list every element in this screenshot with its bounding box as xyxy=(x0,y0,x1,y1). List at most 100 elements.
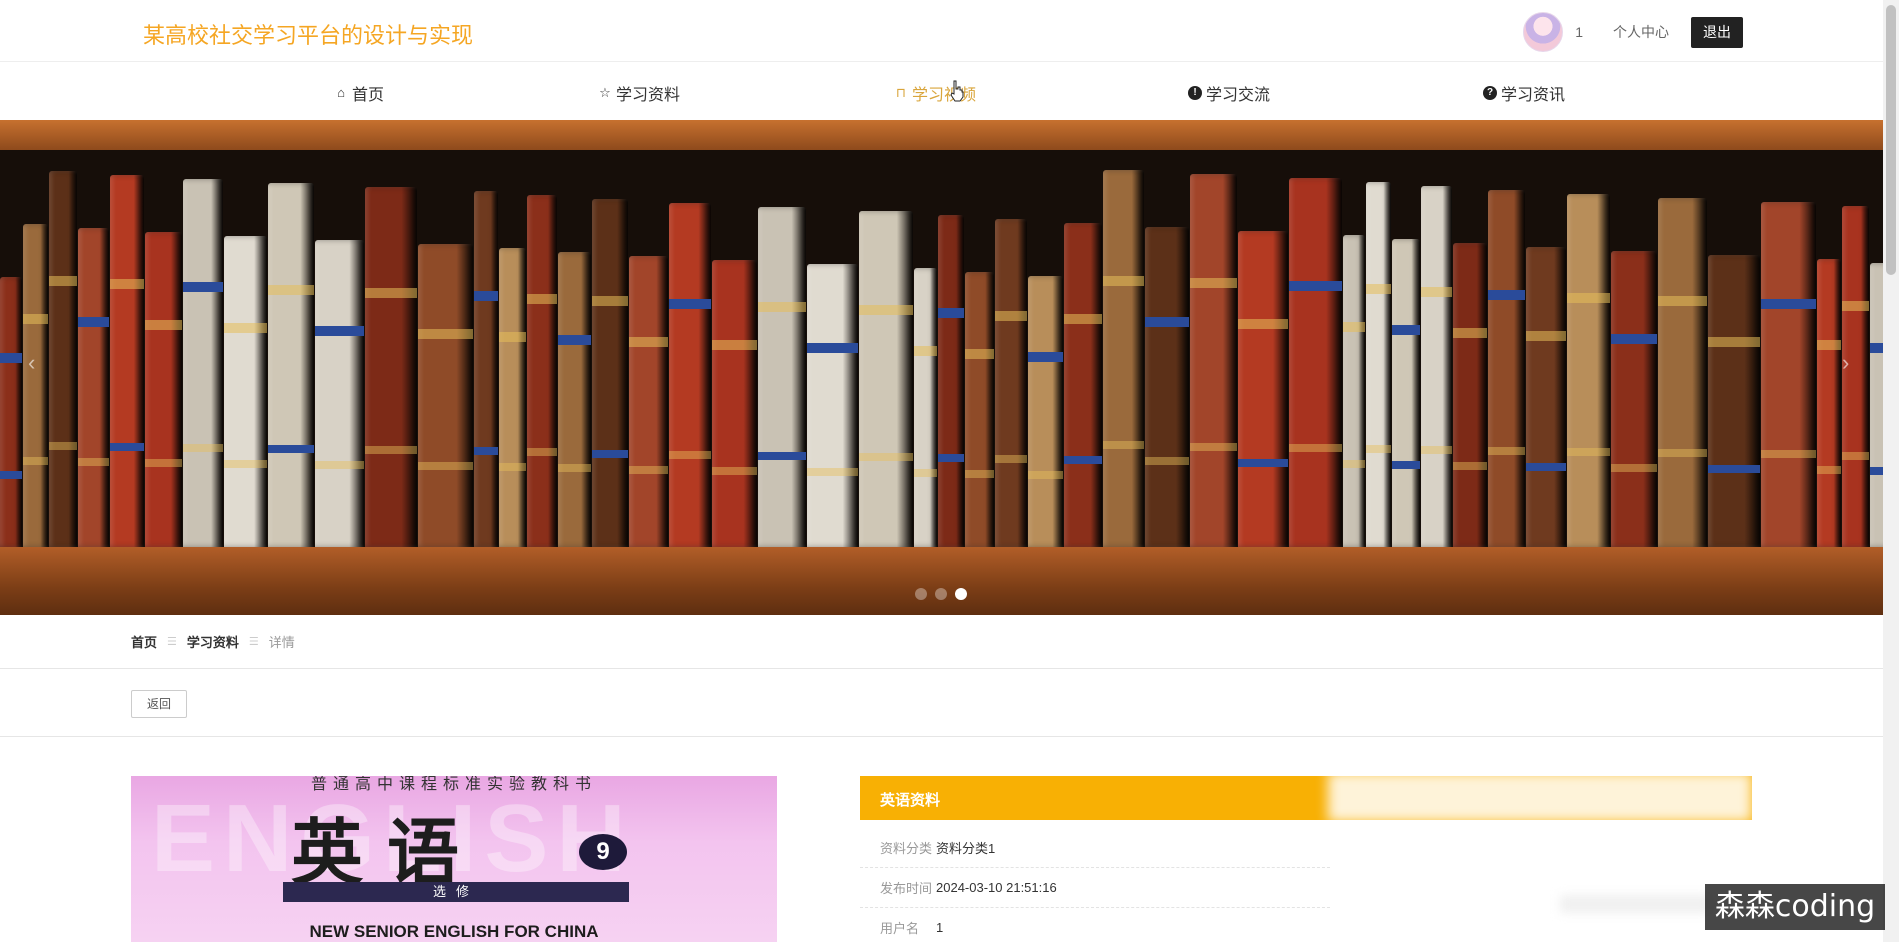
book-spine xyxy=(558,252,591,547)
book-band xyxy=(268,284,314,295)
book-spine xyxy=(1567,194,1610,547)
book-band xyxy=(1708,465,1760,474)
book-band xyxy=(669,299,711,310)
book-spine xyxy=(1817,259,1841,547)
book-band xyxy=(938,307,964,318)
site-title[interactable]: 某高校社交学习平台的设计与实现 xyxy=(143,18,473,50)
bookshelf-image xyxy=(0,150,1883,547)
star-icon: ☆ xyxy=(599,85,611,100)
cover-volume-badge: 9 xyxy=(579,834,627,870)
book-spine xyxy=(23,224,48,547)
blurred-region xyxy=(1560,895,1710,913)
nav-item-study-exchange[interactable]: ! 学习交流 xyxy=(1188,81,1270,105)
book-spine xyxy=(1421,186,1452,547)
book-band xyxy=(110,279,144,290)
exclamation-circle-icon: ! xyxy=(1188,86,1202,100)
book-spine xyxy=(49,171,77,547)
breadcrumb-separator-icon: ☰ xyxy=(248,636,259,648)
detail-row-category: 资料分类 资料分类1 xyxy=(860,828,1330,868)
book-band xyxy=(859,452,913,461)
book-spine xyxy=(1453,243,1487,547)
book-spine xyxy=(859,211,913,547)
logout-button[interactable]: 退出 xyxy=(1691,16,1743,48)
breadcrumb-section[interactable]: 学习资料 xyxy=(187,632,239,651)
book-band xyxy=(1658,449,1707,458)
bag-icon: ⊓ xyxy=(895,85,907,100)
book-spine xyxy=(145,232,182,547)
carousel-next-arrow-icon[interactable]: › xyxy=(1842,350,1849,376)
book-band xyxy=(758,302,806,313)
book-band xyxy=(1453,328,1487,339)
book-band xyxy=(1611,333,1657,344)
book-band xyxy=(938,454,964,463)
book-spine xyxy=(1708,255,1760,547)
home-icon: ⌂ xyxy=(337,85,345,100)
book-band xyxy=(1392,460,1420,469)
book-band xyxy=(1658,295,1707,306)
book-band xyxy=(965,470,994,478)
book-band xyxy=(1842,301,1869,312)
carousel-dot-active[interactable] xyxy=(955,588,967,600)
book-band xyxy=(558,464,591,473)
book-spine xyxy=(365,187,417,547)
book-band xyxy=(418,462,473,471)
book-band xyxy=(224,459,267,468)
detail-label: 用户名 xyxy=(880,921,920,936)
nav-item-study-news[interactable]: ? 学习资讯 xyxy=(1483,81,1565,105)
breadcrumb-current: 详情 xyxy=(268,635,295,650)
book-spine xyxy=(1028,276,1063,547)
nav-item-label: 学习资讯 xyxy=(1501,87,1566,104)
carousel-prev-arrow-icon[interactable]: ‹ xyxy=(28,350,35,376)
book-band xyxy=(592,449,628,458)
book-spine xyxy=(758,207,806,547)
detail-label: 资料分类 xyxy=(880,841,933,856)
book-band xyxy=(669,450,711,459)
book-band xyxy=(224,323,267,334)
personal-center-link[interactable]: 个人中心 xyxy=(1613,22,1669,42)
book-band xyxy=(145,320,182,331)
divider xyxy=(0,736,1883,737)
book-band xyxy=(1064,456,1102,465)
book-spine xyxy=(807,264,858,547)
book-band xyxy=(1870,342,1883,353)
book-spine xyxy=(474,191,498,547)
book-band xyxy=(527,448,557,457)
book-spine xyxy=(1190,174,1237,547)
book-band xyxy=(1842,451,1869,460)
book-spine xyxy=(1238,231,1288,547)
back-button[interactable]: 返回 xyxy=(131,690,187,718)
book-band xyxy=(1289,443,1342,452)
book-band xyxy=(758,451,806,460)
watermark: 森森coding xyxy=(1705,884,1885,930)
nav-item-study-materials[interactable]: ☆ 学习资料 xyxy=(598,81,680,105)
cover-series-line: 普通高中课程标准实验教科书 xyxy=(310,776,597,793)
book-band xyxy=(629,465,668,474)
nav-item-label: 学习视频 xyxy=(912,87,977,104)
book-spine xyxy=(965,272,994,547)
carousel-dot[interactable] xyxy=(915,588,927,600)
book-band xyxy=(1145,457,1189,466)
book-band xyxy=(1421,287,1452,298)
book-band xyxy=(712,340,757,351)
book-band xyxy=(1488,447,1525,456)
carousel-dot[interactable] xyxy=(935,588,947,600)
avatar[interactable] xyxy=(1523,12,1564,52)
book-spine xyxy=(592,199,628,547)
book-band xyxy=(859,305,913,316)
divider xyxy=(0,668,1883,669)
question-circle-icon: ? xyxy=(1483,86,1497,100)
book-band xyxy=(78,317,109,328)
book-band xyxy=(0,352,22,363)
book-band xyxy=(807,467,858,476)
breadcrumb-home[interactable]: 首页 xyxy=(131,632,157,651)
book-band xyxy=(1392,325,1420,336)
book-band xyxy=(110,442,144,451)
nav-item-home[interactable]: ⌂ 首页 xyxy=(334,81,384,105)
nav-item-label: 学习资料 xyxy=(616,87,681,104)
scrollbar-thumb[interactable] xyxy=(1886,5,1896,275)
username: 1 xyxy=(1575,24,1583,40)
book-band xyxy=(1526,463,1566,471)
banner-carousel[interactable]: ‹ › xyxy=(0,120,1883,615)
book-band xyxy=(1453,461,1487,470)
book-band xyxy=(474,290,498,301)
